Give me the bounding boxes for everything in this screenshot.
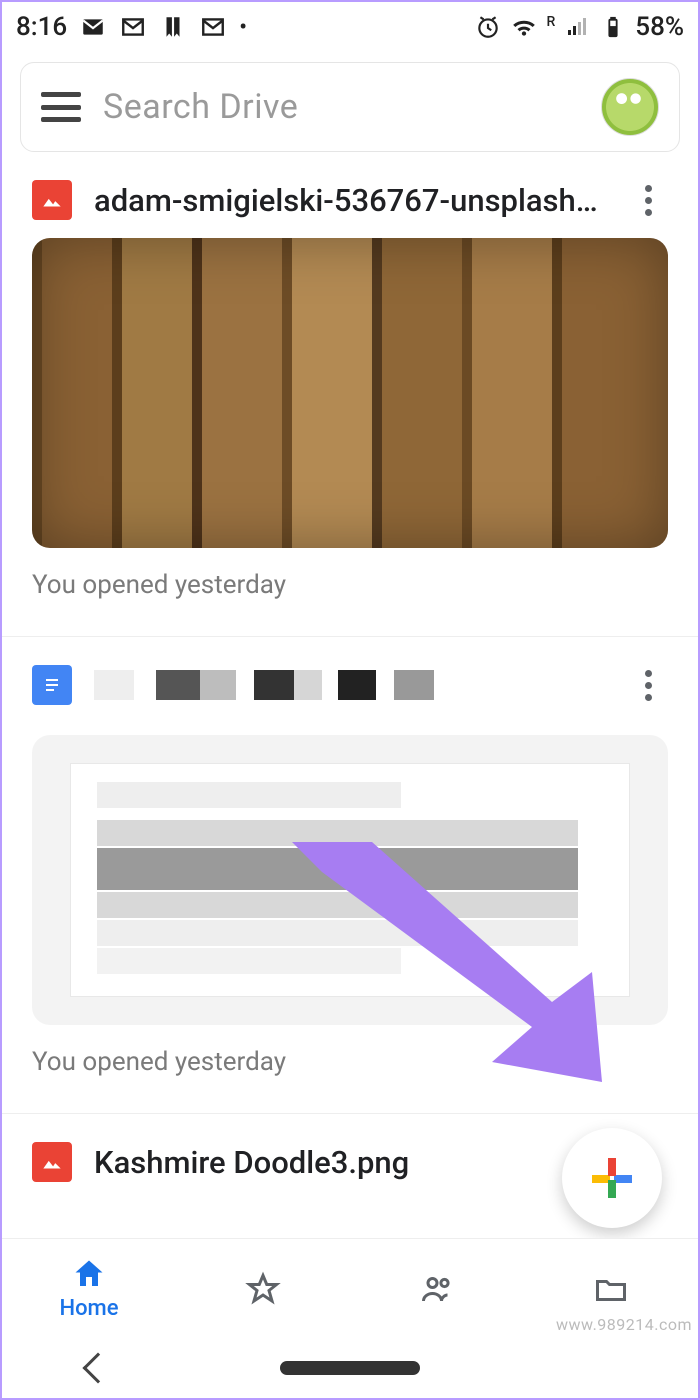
file-subtitle: You opened yesterday [2, 548, 698, 626]
plus-icon [592, 1158, 632, 1198]
nav-home-label: Home [59, 1296, 118, 1321]
signal-icon [563, 13, 591, 41]
search-bar[interactable]: Search Drive [20, 62, 680, 152]
more-notifications-dot: • [239, 15, 247, 40]
account-avatar[interactable] [601, 78, 659, 136]
system-nav-bar [2, 1338, 698, 1398]
nav-shared[interactable] [350, 1239, 524, 1338]
status-time: 8:16 [16, 12, 67, 42]
watermark: www.989214.com [556, 1315, 692, 1334]
alarm-icon [474, 13, 502, 41]
doc-file-icon [32, 665, 72, 705]
divider [2, 636, 698, 637]
system-back-button[interactable] [83, 1352, 114, 1383]
app-frame: 8:16 • R [0, 0, 700, 1400]
file-header [2, 655, 698, 723]
file-thumbnail[interactable] [32, 238, 668, 548]
mail-icon [79, 13, 107, 41]
status-bar: 8:16 • R [2, 2, 698, 52]
status-left: 8:16 • [16, 12, 247, 42]
search-row: Search Drive [2, 52, 698, 170]
file-card[interactable]: adam-smigielski-536767-unsplash.jpg You … [2, 170, 698, 634]
battery-icon [599, 13, 627, 41]
divider [2, 1113, 698, 1114]
file-card[interactable]: You opened yesterday [2, 655, 698, 1111]
create-fab[interactable] [562, 1128, 662, 1228]
file-more-button[interactable] [628, 665, 668, 705]
file-header: adam-smigielski-536767-unsplash.jpg [2, 170, 698, 238]
search-input[interactable]: Search Drive [103, 87, 579, 127]
file-name: adam-smigielski-536767-unsplash.jpg [94, 182, 606, 219]
image-file-icon [32, 1142, 72, 1182]
image-file-icon [32, 180, 72, 220]
wifi-icon [510, 13, 538, 41]
file-thumbnail[interactable] [32, 735, 668, 1025]
gmail-icon [119, 13, 147, 41]
bookmark-icon [159, 13, 187, 41]
nav-home[interactable]: Home [2, 1239, 176, 1338]
nav-starred[interactable] [176, 1239, 350, 1338]
signal-prefix: R [546, 14, 555, 30]
file-name-redacted [94, 670, 606, 700]
file-subtitle: You opened yesterday [2, 1025, 698, 1103]
system-home-pill[interactable] [280, 1361, 420, 1375]
file-more-button[interactable] [628, 180, 668, 220]
status-right: R 58% [474, 12, 684, 42]
battery-percent: 58% [635, 12, 684, 42]
menu-icon[interactable] [41, 92, 81, 122]
gmail-icon-2 [199, 13, 227, 41]
file-name: Kashmire Doodle3.png [94, 1144, 606, 1181]
